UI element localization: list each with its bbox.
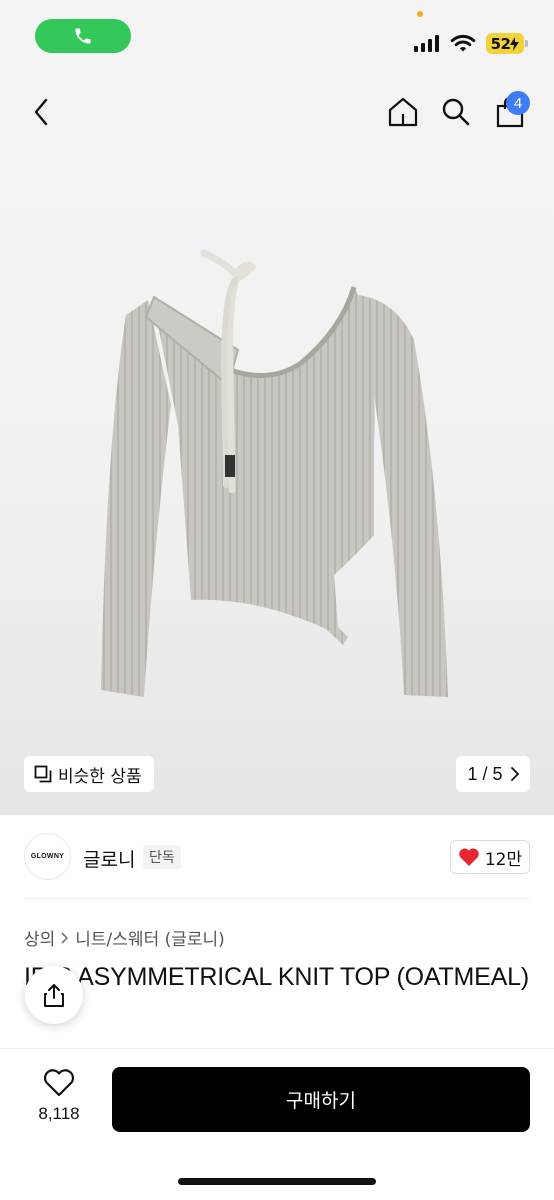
exclusive-badge: 단독 (143, 845, 181, 869)
home-indicator[interactable] (178, 1178, 376, 1185)
active-call-indicator[interactable] (35, 19, 131, 53)
buy-button-label: 구매하기 (286, 1090, 356, 1112)
brand-like-button[interactable]: 12만 (450, 840, 530, 874)
charging-bolt-icon (510, 36, 520, 51)
breadcrumb-category[interactable]: 상의 (24, 925, 55, 950)
search-button[interactable] (437, 93, 475, 131)
wishlist-count: 8,118 (38, 1104, 80, 1123)
image-pager[interactable]: 1 / 5 (456, 756, 530, 792)
home-button[interactable] (384, 93, 422, 131)
brand-logo[interactable]: GLOWNY (24, 833, 71, 880)
copy-icon (34, 765, 52, 783)
brand-name[interactable]: 글로니 (83, 845, 135, 872)
cart-count-badge: 4 (506, 91, 530, 115)
chevron-right-icon (61, 931, 69, 944)
brand-logo-text: GLOWNY (30, 853, 65, 860)
share-button[interactable] (25, 966, 83, 1024)
back-icon (34, 98, 48, 126)
breadcrumb-subcategory[interactable]: 니트/스웨터 (글로니) (75, 925, 225, 950)
brand-like-count: 12만 (484, 849, 523, 870)
signal-icon (414, 35, 439, 52)
battery-level: 52 (490, 34, 511, 53)
search-icon (442, 98, 470, 126)
home-icon (388, 97, 418, 127)
section-divider (24, 898, 530, 899)
product-title: IRIS ASYMMETRICAL KNIT TOP (OATMEAL) (24, 963, 529, 991)
heart-outline-icon[interactable] (42, 1068, 76, 1098)
chevron-right-icon (510, 767, 519, 781)
back-button[interactable] (22, 93, 60, 131)
phone-icon (75, 28, 91, 44)
breadcrumb: 상의 니트/스웨터 (글로니) (24, 925, 225, 950)
heart-filled-icon (459, 848, 479, 866)
similar-products-button[interactable]: 비슷한 상품 (24, 756, 154, 792)
wifi-icon (450, 34, 476, 52)
battery-cap (525, 40, 528, 47)
share-icon (44, 984, 64, 1007)
image-pager-label: 1 / 5 (467, 763, 503, 784)
battery-icon: 52 (486, 33, 524, 54)
privacy-indicator (417, 11, 423, 17)
product-image[interactable] (96, 245, 460, 705)
similar-products-label: 비슷한 상품 (58, 766, 142, 787)
buy-button[interactable]: 구매하기 (112, 1067, 530, 1132)
